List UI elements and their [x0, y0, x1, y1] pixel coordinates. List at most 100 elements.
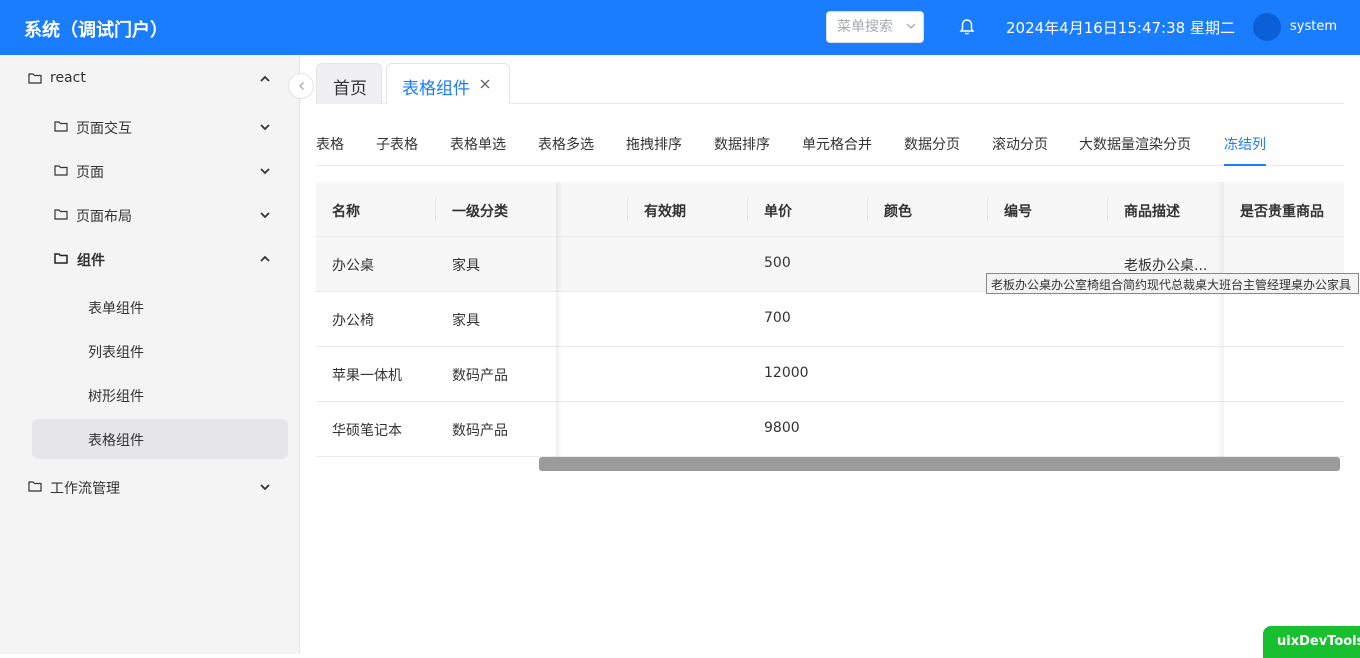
- sidebar-item-label: 列表组件: [88, 345, 144, 361]
- subtab-drag-sort[interactable]: 拖拽排序: [626, 134, 682, 154]
- sidebar-collapse-button[interactable]: [288, 73, 314, 99]
- sidebar-item-label: 表单组件: [88, 301, 144, 317]
- sidebar-item-label: 工作流管理: [50, 481, 120, 497]
- sidebar-item-page[interactable]: 页面: [0, 151, 300, 191]
- sidebar-item-table-component[interactable]: 表格组件: [32, 419, 288, 459]
- subtab-cell-merge[interactable]: 单元格合并: [802, 134, 872, 154]
- tab-home-label: 首页: [333, 79, 367, 99]
- frozen-column-table: 名称 一级分类 有效期 单价 颜色 编号 商品描述 是否贵重商品 办公桌 家具 …: [316, 182, 1344, 472]
- demo-subtabs: 表格 子表格 表格单选 表格多选 拖拽排序 数据排序 单元格合并 数据分页 滚动…: [316, 124, 1344, 166]
- sidebar: react 页面交互 页面 页面布局 组件 表单组件 列表组件 树形组件 表格组…: [0, 55, 300, 654]
- sidebar-item-label: 表格组件: [88, 433, 144, 449]
- active-tab-indicator: [1224, 164, 1266, 166]
- app-title: 系统（调试门户）: [24, 20, 168, 41]
- cell-price: 500: [764, 255, 791, 271]
- sidebar-item-label: 组件: [77, 253, 105, 269]
- sidebar-item-page-interaction[interactable]: 页面交互: [0, 107, 300, 147]
- cell-name: 苹果一体机: [332, 368, 402, 384]
- horizontal-scrollbar[interactable]: [539, 457, 1340, 471]
- chevron-left-icon: [299, 82, 304, 90]
- cell-name: 办公椅: [332, 313, 374, 329]
- subtab-subtable[interactable]: 子表格: [376, 134, 418, 154]
- folder-icon: [28, 481, 42, 492]
- chevron-down-icon: [260, 124, 270, 131]
- sidebar-item-label: 树形组件: [88, 389, 144, 405]
- subtab-scroll-pagination[interactable]: 滚动分页: [992, 134, 1048, 154]
- cell-name: 华硕笔记本: [332, 423, 402, 439]
- cell-price: 700: [764, 310, 791, 326]
- sidebar-item-components[interactable]: 组件: [0, 239, 300, 279]
- chevron-up-icon: [260, 255, 270, 262]
- subtab-pagination[interactable]: 数据分页: [904, 134, 960, 154]
- page-tabs: 首页 表格组件: [316, 63, 1344, 104]
- avatar[interactable]: [1253, 13, 1281, 41]
- column-divider: [1107, 198, 1108, 220]
- menu-search-select[interactable]: [826, 11, 924, 43]
- column-header-category: 一级分类: [452, 204, 508, 220]
- folder-icon: [28, 73, 42, 84]
- sidebar-item-tree-component[interactable]: 树形组件: [0, 375, 300, 415]
- datetime-display: 2024年4月16日15:47:38 星期二: [1006, 19, 1235, 37]
- menu-search-input[interactable]: [837, 12, 907, 42]
- sidebar-item-list-component[interactable]: 列表组件: [0, 331, 300, 371]
- close-icon[interactable]: [479, 78, 491, 90]
- folder-icon: [54, 121, 68, 132]
- table-header: 名称 一级分类 有效期 单价 颜色 编号 商品描述 是否贵重商品: [316, 182, 1344, 237]
- bell-icon[interactable]: [958, 18, 976, 36]
- tab-home[interactable]: 首页: [316, 63, 382, 104]
- username[interactable]: system: [1290, 19, 1337, 34]
- folder-icon: [54, 165, 68, 176]
- subtab-table[interactable]: 表格: [316, 134, 344, 154]
- cell-category: 家具: [452, 258, 480, 274]
- cell-category: 数码产品: [452, 368, 508, 384]
- table-row[interactable]: 苹果一体机 数码产品 12000: [316, 347, 1344, 402]
- sidebar-item-page-layout[interactable]: 页面布局: [0, 195, 300, 235]
- description-tooltip: 老板办公桌办公室椅组合简约现代总裁桌大班台主管经理桌办公家具: [986, 273, 1359, 294]
- cell-category: 数码产品: [452, 423, 508, 439]
- tab-table-component[interactable]: 表格组件: [386, 63, 510, 104]
- column-header-validity: 有效期: [644, 204, 686, 220]
- column-divider: [435, 198, 436, 220]
- sidebar-item-label: 页面: [76, 165, 104, 181]
- column-header-name: 名称: [332, 204, 360, 220]
- chevron-up-icon: [260, 75, 270, 82]
- sidebar-item-label: 页面布局: [76, 209, 132, 225]
- column-header-price: 单价: [764, 204, 792, 220]
- top-header: 系统（调试门户） 2024年4月16日15:47:38 星期二 system: [0, 0, 1360, 55]
- sidebar-item-label: react: [50, 70, 86, 86]
- cell-category: 家具: [452, 313, 480, 329]
- column-divider: [987, 198, 988, 220]
- column-divider: [747, 198, 748, 220]
- column-header-description: 商品描述: [1124, 204, 1180, 220]
- chevron-down-icon: [260, 212, 270, 219]
- column-header-number: 编号: [1004, 204, 1032, 220]
- sidebar-item-label: 页面交互: [76, 121, 132, 137]
- table-row[interactable]: 办公椅 家具 700: [316, 292, 1344, 347]
- cell-price: 12000: [764, 365, 809, 381]
- chevron-down-icon: [260, 484, 270, 491]
- table-row[interactable]: 华硕笔记本 数码产品 9800: [316, 402, 1344, 457]
- tab-current-label: 表格组件: [402, 79, 470, 99]
- devtools-button[interactable]: uixDevTools: [1263, 626, 1360, 658]
- folder-icon: [54, 253, 68, 264]
- devtools-label: uixDevTools: [1277, 634, 1360, 649]
- subtab-data-sort[interactable]: 数据排序: [714, 134, 770, 154]
- sidebar-item-form-component[interactable]: 表单组件: [0, 287, 300, 327]
- subtab-single-select[interactable]: 表格单选: [450, 134, 506, 154]
- fixed-column-shadow-left: [556, 182, 562, 457]
- column-divider: [627, 198, 628, 220]
- subtab-multi-select[interactable]: 表格多选: [538, 134, 594, 154]
- column-header-valuable: 是否贵重商品: [1240, 204, 1324, 220]
- cell-description: 老板办公桌...: [1124, 258, 1208, 274]
- column-divider: [867, 198, 868, 220]
- cell-price: 9800: [764, 420, 800, 436]
- subtab-big-data[interactable]: 大数据量渲染分页: [1079, 134, 1191, 154]
- column-header-color: 颜色: [884, 204, 912, 220]
- sidebar-item-workflow[interactable]: 工作流管理: [0, 467, 300, 507]
- sidebar-item-react[interactable]: react: [0, 59, 300, 99]
- fixed-column-shadow-right: [1216, 182, 1224, 457]
- chevron-down-icon: [260, 168, 270, 175]
- folder-icon: [54, 209, 68, 220]
- subtab-frozen-columns[interactable]: 冻结列: [1224, 134, 1266, 154]
- cell-name: 办公桌: [332, 258, 374, 274]
